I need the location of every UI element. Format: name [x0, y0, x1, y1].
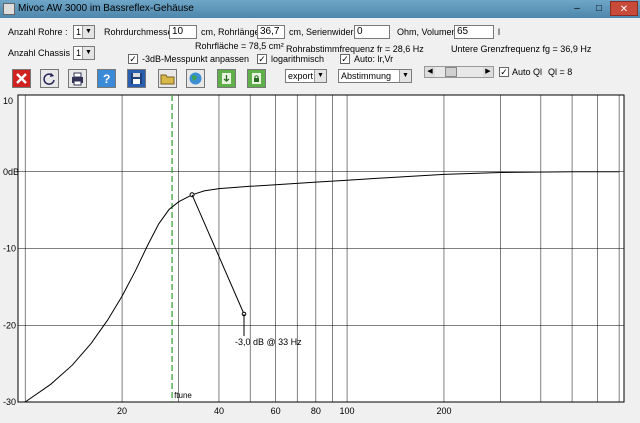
- rohrdurchmesser-label: Rohrdurchmesser: [104, 27, 176, 37]
- x-tick-label: 100: [340, 406, 355, 416]
- volumen-unit: l: [498, 27, 500, 37]
- chevron-down-icon: ▼: [82, 47, 94, 59]
- window-title: Mivoc AW 3000 im Bassreflex-Gehäuse: [18, 3, 194, 14]
- refresh-button[interactable]: [40, 69, 59, 88]
- y-tick-label: 0dB: [3, 167, 19, 177]
- chevron-right-icon[interactable]: ▶: [483, 67, 493, 77]
- help-icon: ?: [103, 72, 110, 86]
- x-tick-label: 60: [271, 406, 281, 416]
- globe-icon: [189, 72, 202, 85]
- ftune-label: ftune: [174, 391, 192, 400]
- rohrlaenge-input[interactable]: 36,7: [257, 25, 285, 39]
- auto-ql-label: Auto Ql: [512, 67, 543, 77]
- rohrdurchmesser-input[interactable]: 10: [169, 25, 197, 39]
- anzahl-chassis-select[interactable]: 1 ▼: [73, 46, 95, 60]
- annotation-label: -3,0 dB @ 33 Hz: [235, 337, 302, 347]
- anzahl-chassis-value: 1: [76, 48, 82, 58]
- x-tick-label: 200: [436, 406, 451, 416]
- svg-text:?: ?: [103, 72, 110, 86]
- abstimmung-select[interactable]: Abstimmung ▼: [338, 69, 412, 83]
- maximize-button[interactable]: □: [588, 1, 610, 16]
- abstimmung-value: Abstimmung: [341, 71, 392, 81]
- anzahl-rohre-select[interactable]: 1 ▼: [73, 25, 95, 39]
- logarithmisch-label: logarithmisch: [271, 54, 325, 64]
- x-tick-label: 80: [311, 406, 321, 416]
- help-button[interactable]: ?: [97, 69, 116, 88]
- y-tick-label: -30: [3, 397, 16, 407]
- printer-icon: [72, 72, 83, 86]
- anzahl-rohre-label: Anzahl Rohre :: [8, 27, 68, 37]
- print-button[interactable]: [68, 69, 87, 88]
- rohrflaeche-text: Rohrfläche = 78,5 cm²: [195, 41, 284, 51]
- ql-slider[interactable]: ◀ ▶: [424, 66, 494, 78]
- messpunkt-label: -3dB-Messpunkt anpassen: [142, 54, 250, 64]
- refresh-icon: [43, 73, 55, 85]
- y-tick-label: 10: [3, 96, 13, 106]
- anzahl-rohre-value: 1: [76, 27, 82, 37]
- chevron-left-icon[interactable]: ◀: [425, 67, 435, 77]
- ql-value-text: Ql = 8: [548, 67, 573, 77]
- web-button[interactable]: [186, 69, 205, 88]
- slider-thumb[interactable]: [445, 67, 457, 77]
- serienwiderstand-input[interactable]: 0: [354, 25, 390, 39]
- auto-lr-checkbox[interactable]: ✓: [340, 54, 350, 64]
- minimize-button[interactable]: –: [566, 1, 588, 16]
- logarithmisch-checkbox[interactable]: ✓: [257, 54, 267, 64]
- rohrlaenge-label: cm, Rohrlänge: [201, 27, 260, 37]
- volumen-label: Ohm, Volumen: [397, 27, 457, 37]
- auto-lr-label: Auto: lr,Vr: [354, 54, 394, 64]
- folder-icon: [160, 74, 175, 85]
- anzahl-chassis-label: Anzahl Chassis :: [8, 48, 76, 58]
- chevron-down-icon: ▼: [82, 26, 94, 38]
- frequency-response-chart: 10 0dB -10 -20 -30 20 40 60 80 100 200 ftune -3,0 dB…: [3, 94, 625, 416]
- annotation-point: [189, 192, 195, 198]
- abstimmfrequenz-text: Rohrabstimmfrequenz fr = 28,6 Hz: [286, 44, 424, 54]
- save-button[interactable]: [127, 69, 146, 88]
- auto-ql-checkbox[interactable]: ✓: [499, 67, 509, 77]
- floppy-disk-icon: [131, 73, 142, 84]
- export-value: export: [288, 71, 314, 81]
- chevron-down-icon: ▼: [399, 70, 411, 82]
- close-window-button[interactable]: ✕: [610, 1, 638, 16]
- delete-button[interactable]: [12, 69, 31, 88]
- x-icon: [16, 73, 27, 84]
- x-tick-label: 20: [117, 406, 127, 416]
- document-arrow-icon: [222, 73, 231, 84]
- app-icon: [3, 3, 15, 15]
- chevron-down-icon: ▼: [314, 70, 326, 82]
- y-tick-label: -10: [3, 244, 16, 254]
- grenzfrequenz-text: Untere Grenzfrequenz fg = 36,9 Hz: [451, 44, 592, 54]
- title-bar: Mivoc AW 3000 im Bassreflex-Gehäuse – □ …: [0, 0, 640, 18]
- x-tick-label: 40: [214, 406, 224, 416]
- document-lock-icon: [252, 73, 261, 84]
- open-button[interactable]: [158, 69, 177, 88]
- y-tick-label: -20: [3, 320, 16, 330]
- messpunkt-checkbox[interactable]: ✓: [128, 54, 138, 64]
- volumen-input[interactable]: 65: [454, 25, 494, 39]
- import-button[interactable]: [217, 69, 236, 88]
- export-select[interactable]: export ▼: [285, 69, 327, 83]
- export-file-button[interactable]: [247, 69, 266, 88]
